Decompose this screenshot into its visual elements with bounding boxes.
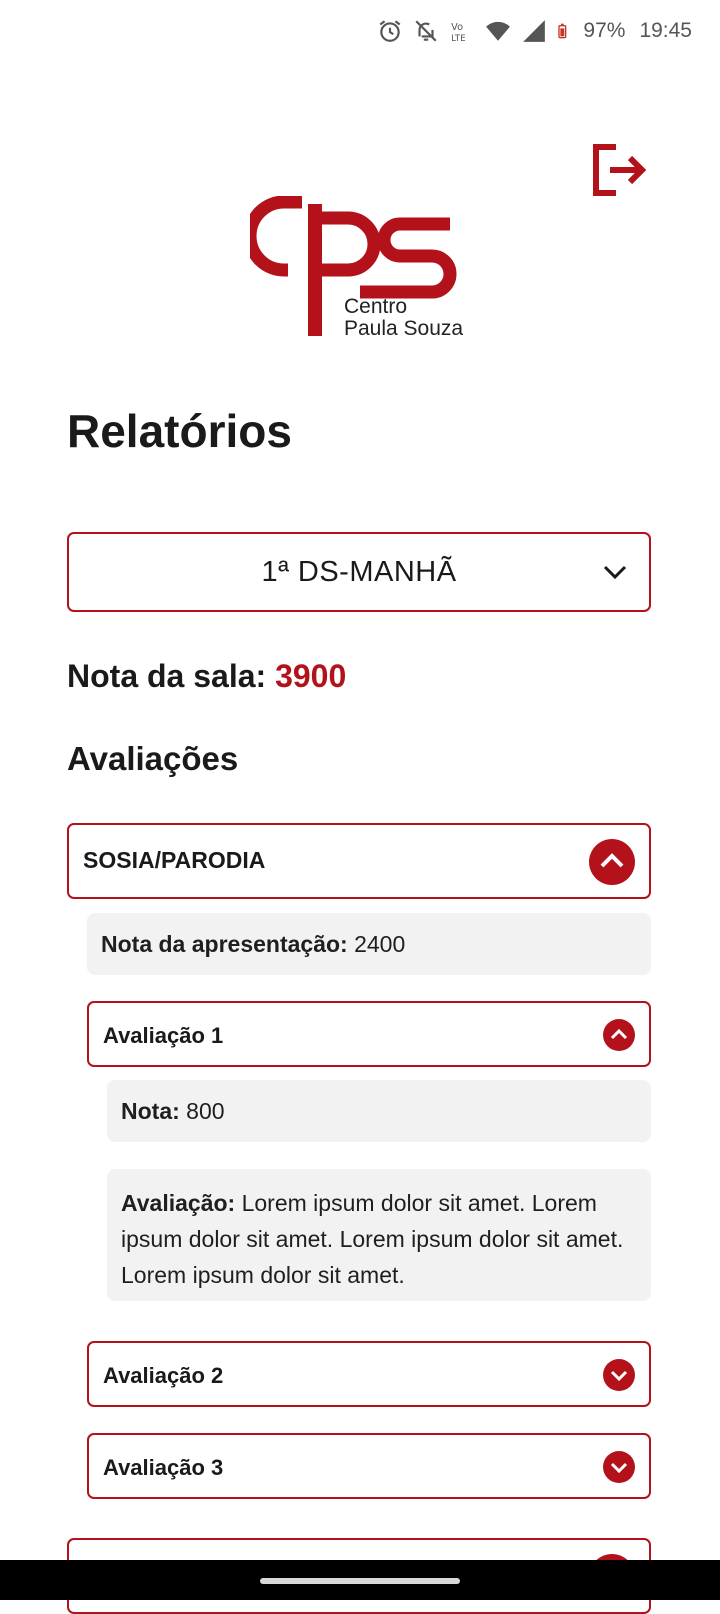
svg-text:Vo: Vo [452,22,464,33]
accordion-evaluation-2[interactable]: Avaliação 2 [87,1341,651,1407]
wifi-icon [486,21,511,41]
presentation-score-value: 2400 [354,931,406,957]
system-navigation-bar [0,1560,720,1600]
expand-evaluation-2-button[interactable] [603,1359,635,1391]
chevron-up-icon [610,1028,628,1040]
group-title: SOSIA/PARODIA [83,847,266,873]
presentation-score-label: Nota da apresentação: [101,931,348,957]
accordion-evaluation-3[interactable]: Avaliação 3 [87,1433,651,1499]
expand-evaluation-3-button[interactable] [603,1451,635,1483]
room-score-label: Nota da sala: [67,658,267,694]
evaluation-1-comment-label: Avaliação: [121,1190,236,1216]
bell-off-icon [415,20,437,42]
home-gesture-handle[interactable] [260,1578,460,1584]
evaluation-1-comment-panel: Avaliação: Lorem ipsum dolor sit amet. L… [107,1169,651,1301]
room-score: Nota da sala: 3900 [67,658,346,695]
evaluation-1-score-panel: Nota: 800 [107,1080,651,1142]
presentation-score-panel: Nota da apresentação: 2400 [87,913,651,975]
evaluation-1-score-label: Nota: [121,1098,180,1124]
page-title: Relatórios [67,405,292,457]
chevron-down-icon [610,1370,628,1382]
chevron-down-icon [610,1462,628,1474]
evaluation-3-title: Avaliação 3 [103,1455,224,1480]
collapse-evaluation-1-button[interactable] [603,1019,635,1051]
accordion-group-sosia-parodia[interactable]: SOSIA/PARODIA [67,823,651,899]
logout-icon[interactable] [590,142,648,198]
evaluation-1-score-value: 800 [186,1098,225,1124]
logo-text-line2: Paula Souza [344,317,464,340]
volte-icon: VoLTE [452,22,466,44]
logo-text-line1: Centro [344,295,408,318]
svg-text:LTE: LTE [452,34,466,44]
signal-icon [523,20,546,42]
class-select-value: 1ª DS-MANHÃ [261,556,457,588]
chevron-down-icon [603,565,627,580]
room-score-value: 3900 [275,658,347,694]
evaluations-title: Avaliações [67,740,239,777]
class-select-dropdown[interactable]: 1ª DS-MANHÃ [67,532,651,612]
alarm-icon [380,20,401,42]
clock-time: 19:45 [639,19,692,42]
evaluation-2-title: Avaliação 2 [103,1363,224,1388]
accordion-evaluation-1[interactable]: Avaliação 1 [87,1001,651,1067]
collapse-group-button[interactable] [589,839,635,885]
chevron-up-icon [600,853,624,868]
battery-icon [558,23,567,39]
evaluation-1-title: Avaliação 1 [103,1023,224,1048]
status-bar: Vo LTE 97% 19:45 [0,0,720,70]
battery-level: 97% [583,19,626,42]
